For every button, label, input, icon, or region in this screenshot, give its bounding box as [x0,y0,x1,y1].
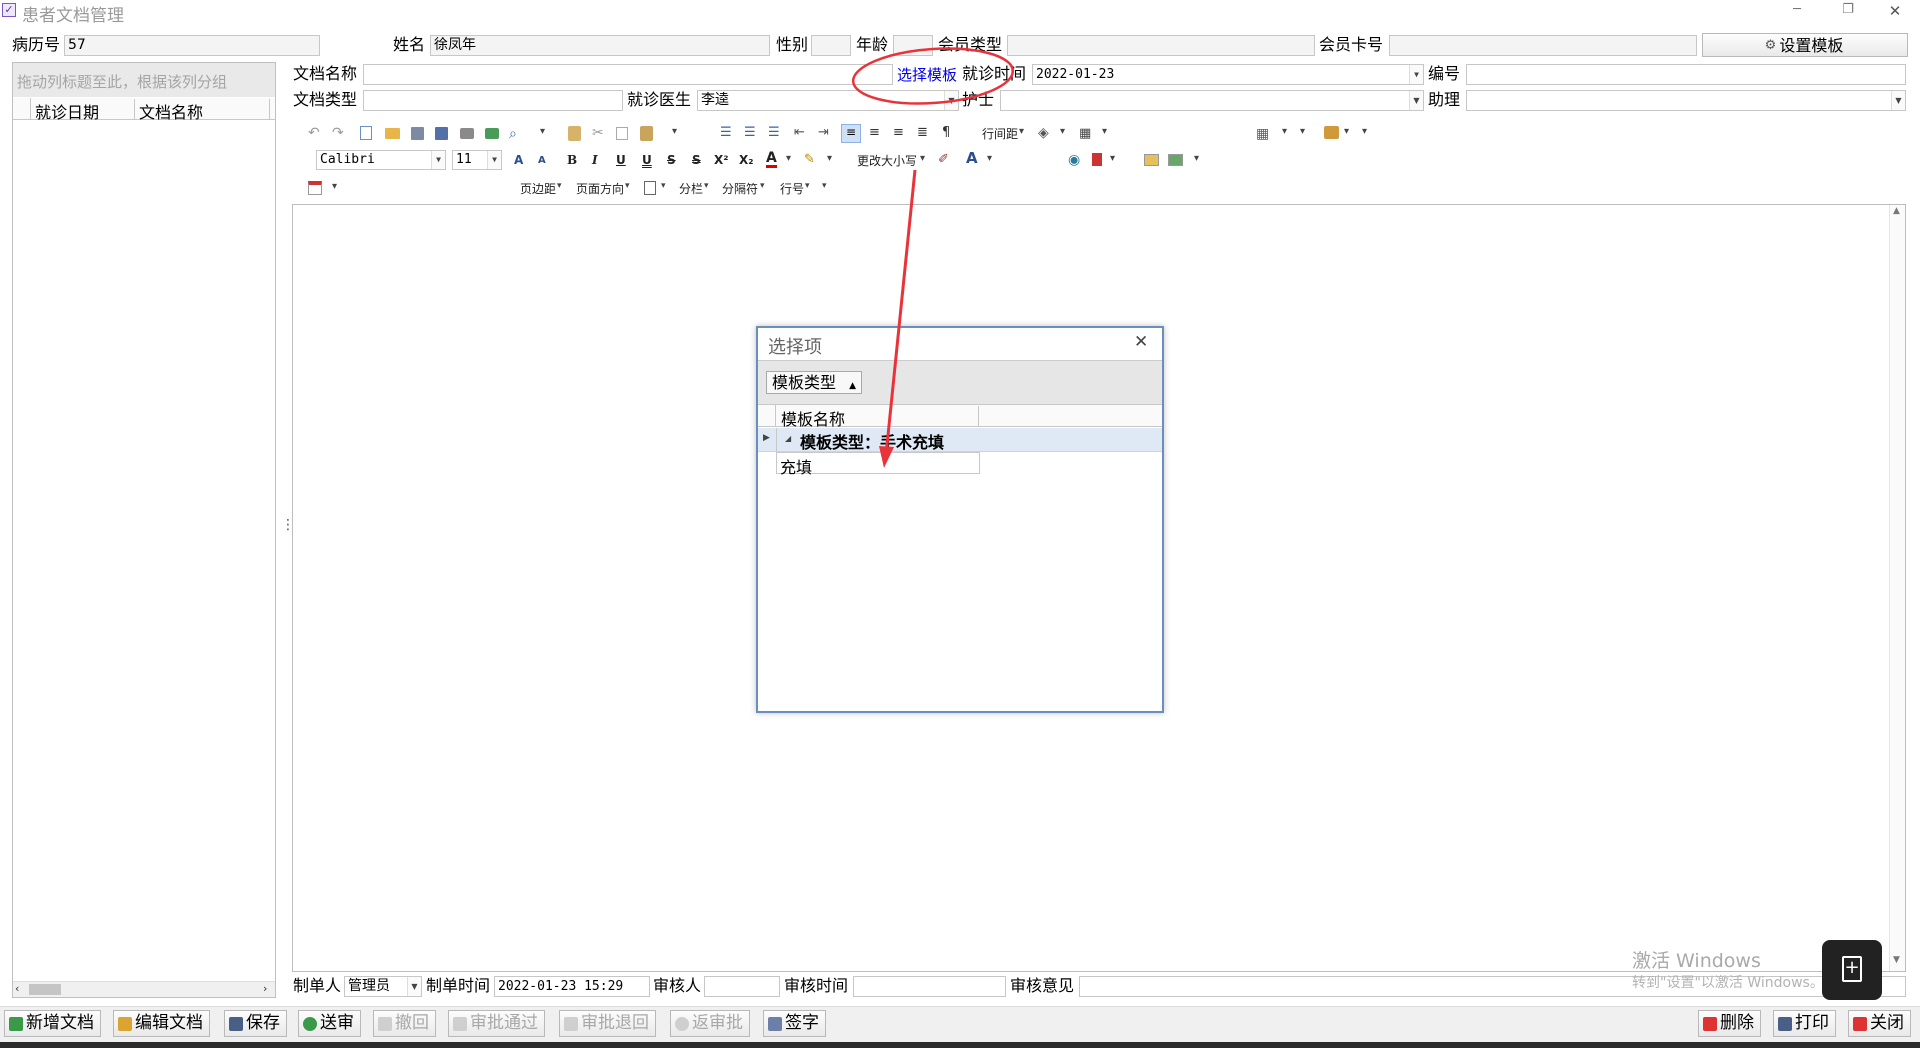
activation-watermark-sub: 转到"设置"以激活 Windows。 [1632,975,1824,991]
reviewer-label: 审核人 [653,976,702,995]
delete-button[interactable]: 删除 [1698,1010,1761,1037]
chevron-down-icon[interactable]: ▼ [407,977,421,996]
review-time-label: 审核时间 [784,976,849,995]
review-opinion-label: 审核意见 [1010,976,1075,995]
annotation-arrow-line [884,169,917,456]
submit-review-button[interactable]: 送审 [298,1010,361,1037]
create-time-label: 制单时间 [426,976,491,995]
check-circle-icon [303,1016,317,1031]
taskbar-strip [0,1042,1920,1048]
creator-field[interactable]: 管理员 ▼ [344,976,422,997]
annotation-overlay [851,47,1015,468]
sign-button[interactable]: 签字 [763,1010,826,1037]
close-icon [1853,1016,1867,1031]
creator-label: 制单人 [293,976,342,995]
new-doc-icon [9,1016,23,1031]
activation-watermark-title: 激活 Windows [1632,950,1761,972]
edit-icon [118,1016,132,1031]
new-doc-button[interactable]: 新增文档 [4,1010,101,1037]
add-page-icon: + [1842,956,1862,982]
print-icon [1778,1016,1792,1031]
close-button[interactable]: 关闭 [1848,1010,1911,1037]
review-time-field[interactable] [853,976,1006,997]
approve-button[interactable]: 审批通过 [448,1010,545,1037]
reject-button[interactable]: 审批退回 [559,1010,656,1037]
approve-icon [453,1016,467,1031]
unapprove-button[interactable]: 返审批 [670,1010,750,1037]
save-icon [229,1016,243,1031]
save-button[interactable]: 保存 [224,1010,287,1037]
floating-add-page-button[interactable]: + [1822,940,1882,1000]
bottom-button-bar [0,1006,1920,1042]
sign-icon [768,1016,782,1031]
creator-value: 管理员 [348,978,390,994]
reviewer-field[interactable] [704,976,780,997]
delete-icon [1703,1016,1717,1031]
unapprove-icon [675,1016,689,1031]
withdraw-button[interactable]: 撤回 [373,1010,436,1037]
edit-doc-button[interactable]: 编辑文档 [113,1010,210,1037]
annotation-arrow-head [879,446,894,468]
print-button[interactable]: 打印 [1773,1010,1836,1037]
annotation-ellipse [851,47,1015,105]
undo-icon [378,1016,392,1031]
create-time-field[interactable]: 2022-01-23 15:29 [494,976,650,997]
return-icon [564,1016,578,1031]
